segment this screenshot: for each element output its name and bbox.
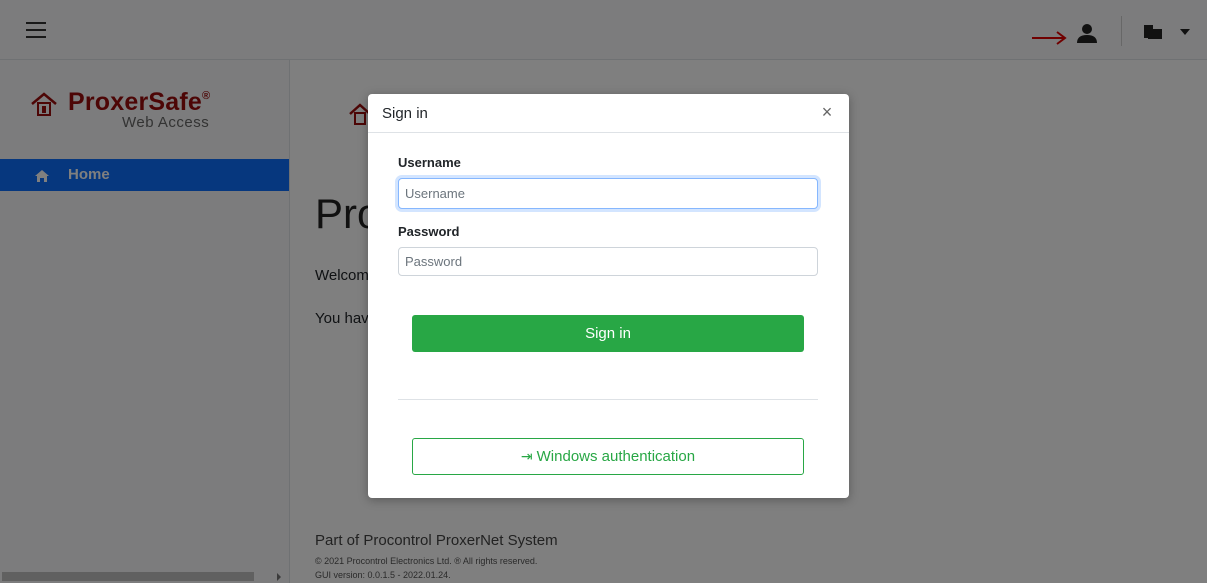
modal-divider xyxy=(398,399,818,400)
modal-title: Sign in xyxy=(382,105,428,122)
username-label: Username xyxy=(398,155,461,170)
password-label: Password xyxy=(398,224,460,239)
sign-in-button[interactable]: Sign in xyxy=(412,315,804,352)
sign-in-modal: Sign in × Username Password Sign in ⇥Win… xyxy=(368,94,849,498)
windows-authentication-label: Windows authentication xyxy=(536,448,696,465)
windows-authentication-button[interactable]: ⇥ Windows authentication xyxy=(412,438,804,475)
username-input[interactable] xyxy=(398,178,818,209)
close-icon[interactable]: × xyxy=(819,103,835,121)
login-icon: ⇥ xyxy=(520,448,533,464)
password-input[interactable] xyxy=(398,247,818,276)
modal-header: Sign in × xyxy=(368,94,849,133)
